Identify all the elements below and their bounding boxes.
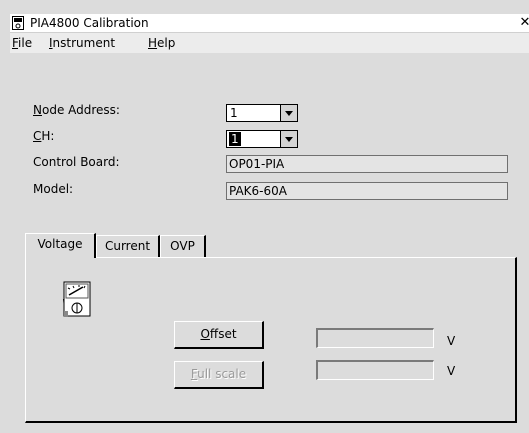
offset-button[interactable]: Offset bbox=[174, 321, 264, 349]
title-bar[interactable]: PIA4800 Calibration ✕ bbox=[10, 14, 529, 33]
tab-current[interactable]: Current bbox=[96, 235, 160, 257]
chevron-down-icon[interactable] bbox=[280, 131, 297, 147]
ch-label-text: H: bbox=[41, 129, 55, 143]
menu-instrument[interactable]: Instrument bbox=[49, 36, 115, 50]
offset-mnemonic: O bbox=[200, 327, 210, 341]
model-label: Model: bbox=[33, 182, 74, 196]
full-scale-unit: V bbox=[447, 364, 456, 378]
tab-ovp[interactable]: OVP bbox=[160, 235, 206, 257]
full-scale-button-label: ull scale bbox=[197, 367, 247, 381]
ch-value: 1 bbox=[229, 132, 241, 146]
menu-bar: File Instrument Help bbox=[10, 33, 529, 53]
offset-value-field bbox=[316, 328, 434, 348]
menu-file[interactable]: File bbox=[12, 36, 32, 50]
close-icon[interactable]: ✕ bbox=[515, 14, 529, 32]
offset-button-label: ffset bbox=[209, 327, 237, 341]
menu-help-label: elp bbox=[157, 36, 176, 50]
control-board-field: OP01-PIA bbox=[226, 155, 508, 173]
menu-help-mnemonic: H bbox=[148, 36, 158, 50]
window-title: PIA4800 Calibration bbox=[30, 16, 149, 30]
calibration-window: PIA4800 Calibration ✕ File Instrument He… bbox=[0, 0, 529, 433]
voltage-tab-panel: Offset Full scale V V bbox=[25, 257, 517, 423]
voltmeter-icon bbox=[63, 281, 91, 317]
full-scale-button[interactable]: Full scale bbox=[174, 361, 264, 389]
menu-help[interactable]: Help bbox=[148, 36, 175, 50]
ch-select[interactable]: 1 bbox=[226, 130, 298, 148]
main-panel: Node Address: 1 CH: 1 Control Board: OP0… bbox=[10, 55, 529, 433]
node-address-mnemonic: N bbox=[33, 103, 42, 117]
control-board-label: Control Board: bbox=[33, 155, 120, 169]
node-address-value: 1 bbox=[230, 106, 238, 120]
tab-voltage[interactable]: Voltage bbox=[25, 233, 96, 258]
menu-file-label: ile bbox=[18, 36, 33, 50]
full-scale-value-field bbox=[316, 360, 434, 380]
node-address-label-text: ode Address: bbox=[41, 103, 120, 117]
node-address-select[interactable]: 1 bbox=[226, 104, 298, 122]
app-icon bbox=[12, 16, 24, 30]
menu-instrument-label: nstrument bbox=[52, 36, 116, 50]
model-field: PAK6-60A bbox=[226, 182, 508, 200]
node-address-label: Node Address: bbox=[33, 103, 120, 117]
ch-label: CH: bbox=[33, 129, 54, 143]
offset-unit: V bbox=[447, 334, 456, 348]
chevron-down-icon[interactable] bbox=[280, 105, 297, 121]
